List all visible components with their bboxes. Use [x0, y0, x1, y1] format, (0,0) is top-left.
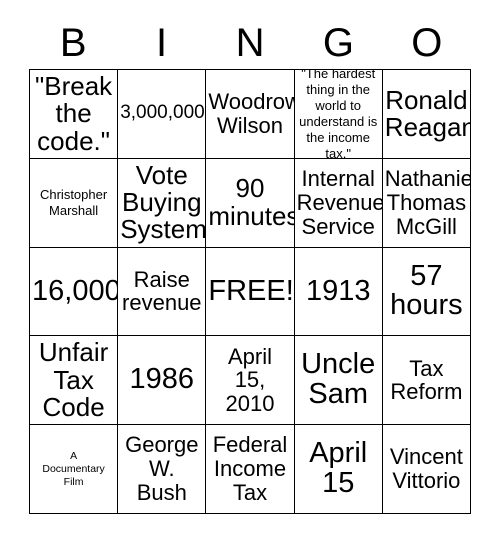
bingo-cell[interactable]: April 15	[294, 425, 383, 514]
bingo-cell-text: Christopher Marshall	[39, 186, 108, 218]
bingo-cell[interactable]: Ronald Reagan	[382, 70, 471, 159]
bingo-cell-text: Woodrow Wilson	[208, 89, 295, 138]
bingo-cell[interactable]: April 15, 2010	[206, 336, 295, 426]
bingo-cell-text: Nathaniel Thomas McGill	[384, 166, 471, 239]
bingo-cell-text: 57 hours	[390, 259, 463, 322]
header-letter-g: G	[322, 21, 354, 65]
bingo-cell[interactable]: 1986	[118, 336, 207, 426]
bingo-cell[interactable]: Federal Income Tax	[206, 425, 295, 514]
bingo-cell[interactable]: 57 hours	[382, 247, 471, 337]
bingo-cell-text: 3,000,000	[120, 102, 205, 124]
bingo-cell-text: Internal Revenue Service	[296, 166, 383, 239]
bingo-cell-text: 16,000	[32, 274, 119, 307]
bingo-cell[interactable]: "The hardest thing in the world to under…	[294, 70, 383, 159]
bingo-cell-text: April 15	[309, 437, 368, 500]
bingo-cell-free[interactable]: FREE!	[206, 247, 295, 337]
bingo-cell-text: 1913	[305, 274, 371, 307]
bingo-cell[interactable]: Nathaniel Thomas McGill	[382, 158, 471, 248]
bingo-cell-text: 1986	[129, 363, 195, 396]
bingo-cell-text: Vincent Vittorio	[389, 444, 463, 494]
bingo-cell-text: 90 minutes	[208, 173, 295, 231]
bingo-grid: "Break the code." 3,000,000 Woodrow Wils…	[29, 69, 471, 514]
bingo-cell[interactable]: Christopher Marshall	[30, 158, 119, 248]
header-letter-b: B	[59, 21, 87, 65]
bingo-cell-text: April 15, 2010	[225, 343, 275, 417]
header-letter-n: N	[235, 21, 265, 65]
bingo-cell-text: Unfair Tax Code	[38, 337, 109, 422]
bingo-cell[interactable]: Vote Buying System	[118, 158, 207, 248]
bingo-cell[interactable]: Raise revenue	[118, 247, 207, 337]
bingo-cell[interactable]: 3,000,000	[118, 70, 207, 159]
bingo-cell[interactable]: 16,000	[30, 247, 119, 337]
bingo-cell-text: Tax Reform	[390, 355, 463, 405]
bingo-cell[interactable]: George W. Bush	[118, 425, 207, 514]
header-letter-i: I	[156, 21, 168, 65]
header-letter-o: O	[411, 21, 443, 65]
bingo-cell[interactable]: 1913	[294, 247, 383, 337]
bingo-cell-text: FREE!	[208, 274, 294, 307]
bingo-cell-text: George W. Bush	[125, 432, 199, 505]
bingo-cell-text: Federal Income Tax	[212, 432, 288, 505]
bingo-cell[interactable]: Unfair Tax Code	[30, 336, 119, 426]
bingo-cell[interactable]: Woodrow Wilson	[206, 70, 295, 159]
bingo-cell-text: Vote Buying System	[120, 159, 207, 245]
bingo-cell-text: A Documentary Film	[42, 449, 105, 488]
bingo-cell[interactable]: Vincent Vittorio	[382, 425, 471, 514]
bingo-cell-text: Raise revenue	[122, 266, 202, 316]
bingo-cell[interactable]: A Documentary Film	[30, 425, 119, 514]
bingo-cell[interactable]: Tax Reform	[382, 336, 471, 426]
bingo-card: B I N G O "Break the code." 3,000,000 Wo…	[0, 0, 500, 544]
bingo-cell[interactable]: 90 minutes	[206, 158, 295, 248]
bingo-cell-text: Ronald Reagan	[384, 84, 471, 142]
bingo-cell[interactable]: Internal Revenue Service	[294, 158, 383, 248]
bingo-cell-text: "The hardest thing in the world to under…	[299, 70, 378, 159]
bingo-cell-text: Uncle Sam	[301, 348, 376, 411]
bingo-header: B I N G O	[29, 18, 471, 68]
bingo-cell[interactable]: Uncle Sam	[294, 336, 383, 426]
bingo-cell[interactable]: "Break the code."	[30, 70, 119, 159]
bingo-cell-text: "Break the code."	[35, 70, 113, 156]
